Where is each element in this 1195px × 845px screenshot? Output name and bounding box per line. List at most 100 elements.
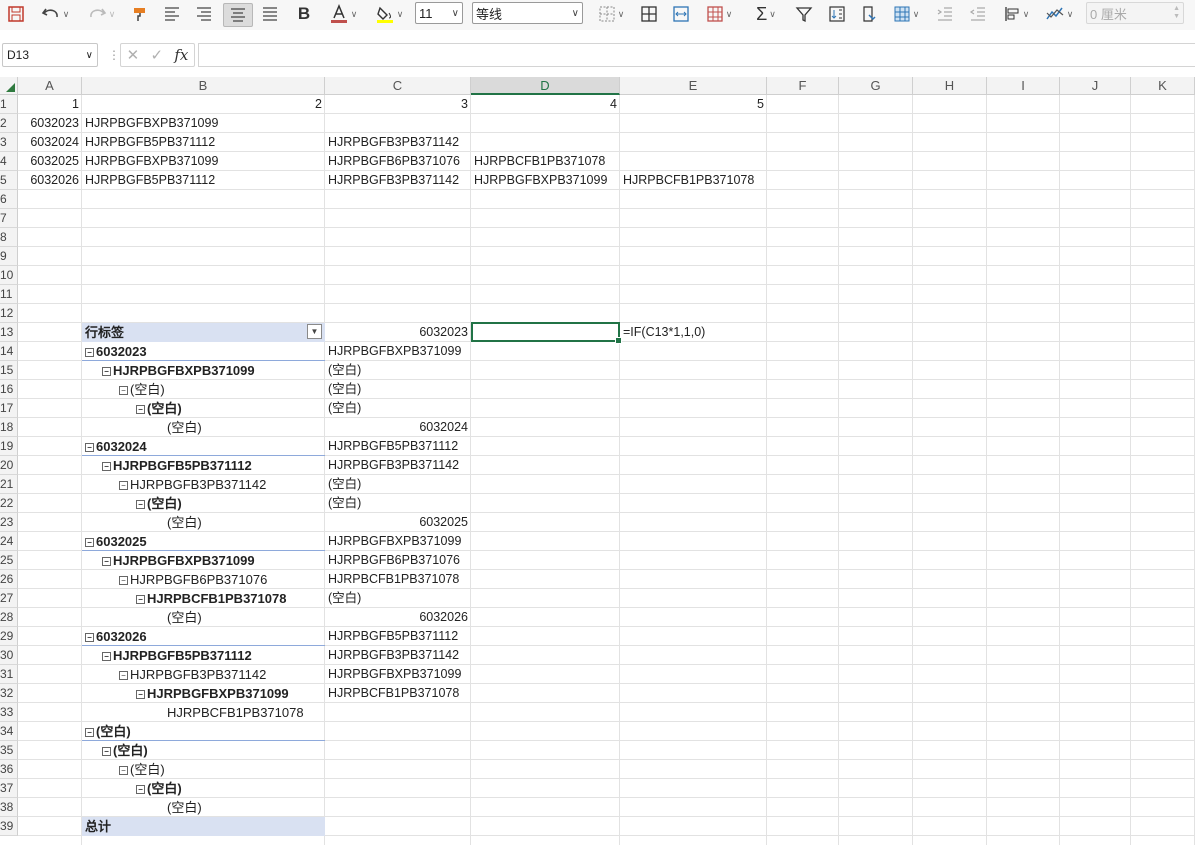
column-header-G[interactable]: G [839, 77, 913, 95]
row-header-32[interactable]: 32 [0, 684, 18, 703]
cell-A3[interactable]: 6032024 [18, 133, 79, 152]
column-header-I[interactable]: I [987, 77, 1060, 95]
row-header-38[interactable]: 38 [0, 798, 18, 817]
cell-C28[interactable]: 6032026 [325, 608, 468, 627]
save-icon[interactable] [4, 3, 28, 25]
collapse-icon[interactable]: − [119, 386, 128, 395]
row-header-33[interactable]: 33 [0, 703, 18, 722]
collapse-icon[interactable]: − [119, 576, 128, 585]
column-header-D[interactable]: D [471, 77, 620, 95]
cell-E1[interactable]: 5 [620, 95, 764, 114]
cancel-icon[interactable]: ✕ [127, 46, 140, 64]
cell-C29[interactable]: HJRPBGFB5PB371112 [328, 627, 458, 646]
collapse-icon[interactable]: − [119, 671, 128, 680]
cell-C4[interactable]: HJRPBGFB6PB371076 [328, 152, 460, 171]
row-header-30[interactable]: 30 [0, 646, 18, 665]
row-header-17[interactable]: 17 [0, 399, 18, 418]
cell-C25[interactable]: HJRPBGFB6PB371076 [328, 551, 460, 570]
row-header-16[interactable]: 16 [0, 380, 18, 399]
row-header-18[interactable]: 18 [0, 418, 18, 437]
row-header-34[interactable]: 34 [0, 722, 18, 741]
cell-A2[interactable]: 6032023 [18, 114, 79, 133]
column-header-E[interactable]: E [620, 77, 767, 95]
cell-B4[interactable]: HJRPBGFBXPB371099 [85, 152, 218, 171]
pivot-item[interactable]: − (空白) [85, 722, 131, 741]
row-header-31[interactable]: 31 [0, 665, 18, 684]
cell-A4[interactable]: 6032025 [18, 152, 79, 171]
collapse-icon[interactable]: − [102, 652, 111, 661]
cell-C31[interactable]: HJRPBGFBXPB371099 [328, 665, 461, 684]
pivot-item[interactable]: − HJRPBGFB6PB371076 [119, 570, 267, 589]
cell-C26[interactable]: HJRPBCFB1PB371078 [328, 570, 459, 589]
column-header-C[interactable]: C [325, 77, 471, 95]
font-size-select[interactable]: 11 ∨ [415, 2, 463, 24]
row-header-5[interactable]: 5 [0, 171, 18, 190]
row-header-12[interactable]: 12 [0, 304, 18, 323]
collapse-icon[interactable]: − [102, 747, 111, 756]
row-header-22[interactable]: 22 [0, 494, 18, 513]
column-header-B[interactable]: B [82, 77, 325, 95]
row-header-19[interactable]: 19 [0, 437, 18, 456]
collapse-icon[interactable]: − [136, 500, 145, 509]
row-header-11[interactable]: 11 [0, 285, 18, 304]
pivot-item[interactable]: − HJRPBGFBXPB371099 [136, 684, 289, 703]
column-header-F[interactable]: F [767, 77, 839, 95]
pivot-item[interactable]: (空白) [167, 513, 202, 532]
align-objects-button[interactable]: ∨ [997, 3, 1035, 25]
pivot-item[interactable]: − HJRPBGFB5PB371112 [102, 456, 252, 475]
drag-handle-icon[interactable]: ⋮ [108, 48, 120, 62]
pivot-item[interactable]: − (空白) [136, 779, 182, 798]
borders-button[interactable]: ∨ [592, 3, 630, 25]
column-header-K[interactable]: K [1131, 77, 1195, 95]
row-header-9[interactable]: 9 [0, 247, 18, 266]
pivot-item[interactable]: −6032025 [85, 532, 147, 551]
pivot-item[interactable]: − HJRPBGFB3PB371142 [119, 665, 266, 684]
format-painter-icon[interactable] [128, 3, 152, 25]
increase-indent-icon[interactable] [933, 3, 957, 25]
collapse-icon[interactable]: − [85, 443, 94, 452]
row-header-39[interactable]: 39 [0, 817, 18, 836]
pivot-item[interactable]: − HJRPBCFB1PB371078 [136, 589, 286, 608]
pivot-grand-total[interactable]: 总计 [85, 817, 111, 836]
confirm-icon[interactable]: ✓ [150, 46, 163, 64]
pivot-item[interactable]: − HJRPBGFBXPB371099 [102, 551, 255, 570]
justify-icon[interactable] [258, 3, 282, 25]
cell-C32[interactable]: HJRPBCFB1PB371078 [328, 684, 459, 703]
format-icon[interactable] [857, 3, 881, 25]
align-center-icon[interactable] [223, 3, 253, 27]
cell-B5[interactable]: HJRPBGFB5PB371112 [85, 171, 215, 190]
row-header-35[interactable]: 35 [0, 741, 18, 760]
row-header-15[interactable]: 15 [0, 361, 18, 380]
cell-C15[interactable]: (空白) [328, 361, 361, 380]
cell-E5[interactable]: HJRPBCFB1PB371078 [623, 171, 754, 190]
active-cell-D13[interactable] [471, 322, 622, 344]
row-header-20[interactable]: 20 [0, 456, 18, 475]
fill-color-button[interactable]: ∨ [368, 3, 410, 25]
sum-button[interactable]: Σ ∨ [747, 3, 785, 25]
pivot-item[interactable]: −6032023 [85, 342, 147, 361]
pivot-item[interactable]: (空白) [167, 608, 202, 627]
cell-B2[interactable]: HJRPBGFBXPB371099 [85, 114, 218, 133]
cell-C20[interactable]: HJRPBGFB3PB371142 [328, 456, 459, 475]
row-header-4[interactable]: 4 [0, 152, 18, 171]
cell-B1[interactable]: 2 [82, 95, 322, 114]
sort-icon[interactable] [825, 3, 849, 25]
row-header-27[interactable]: 27 [0, 589, 18, 608]
filter-dropdown-icon[interactable]: ▼ [307, 324, 322, 339]
select-all-corner[interactable] [0, 77, 18, 95]
collapse-icon[interactable]: − [102, 367, 111, 376]
bold-icon[interactable]: B [292, 3, 316, 25]
column-header-H[interactable]: H [913, 77, 987, 95]
insert-button[interactable]: ∨ [887, 3, 925, 25]
pivot-item[interactable]: −6032026 [85, 627, 147, 646]
collapse-icon[interactable]: − [85, 538, 94, 547]
row-header-10[interactable]: 10 [0, 266, 18, 285]
undo-button[interactable]: ∨ [36, 3, 74, 25]
row-header-36[interactable]: 36 [0, 760, 18, 779]
cell-C19[interactable]: HJRPBGFB5PB371112 [328, 437, 458, 456]
collapse-icon[interactable]: − [85, 348, 94, 357]
pivot-item[interactable]: (空白) [167, 798, 202, 817]
cell-C27[interactable]: (空白) [328, 589, 361, 608]
collapse-icon[interactable]: − [85, 633, 94, 642]
row-header-23[interactable]: 23 [0, 513, 18, 532]
